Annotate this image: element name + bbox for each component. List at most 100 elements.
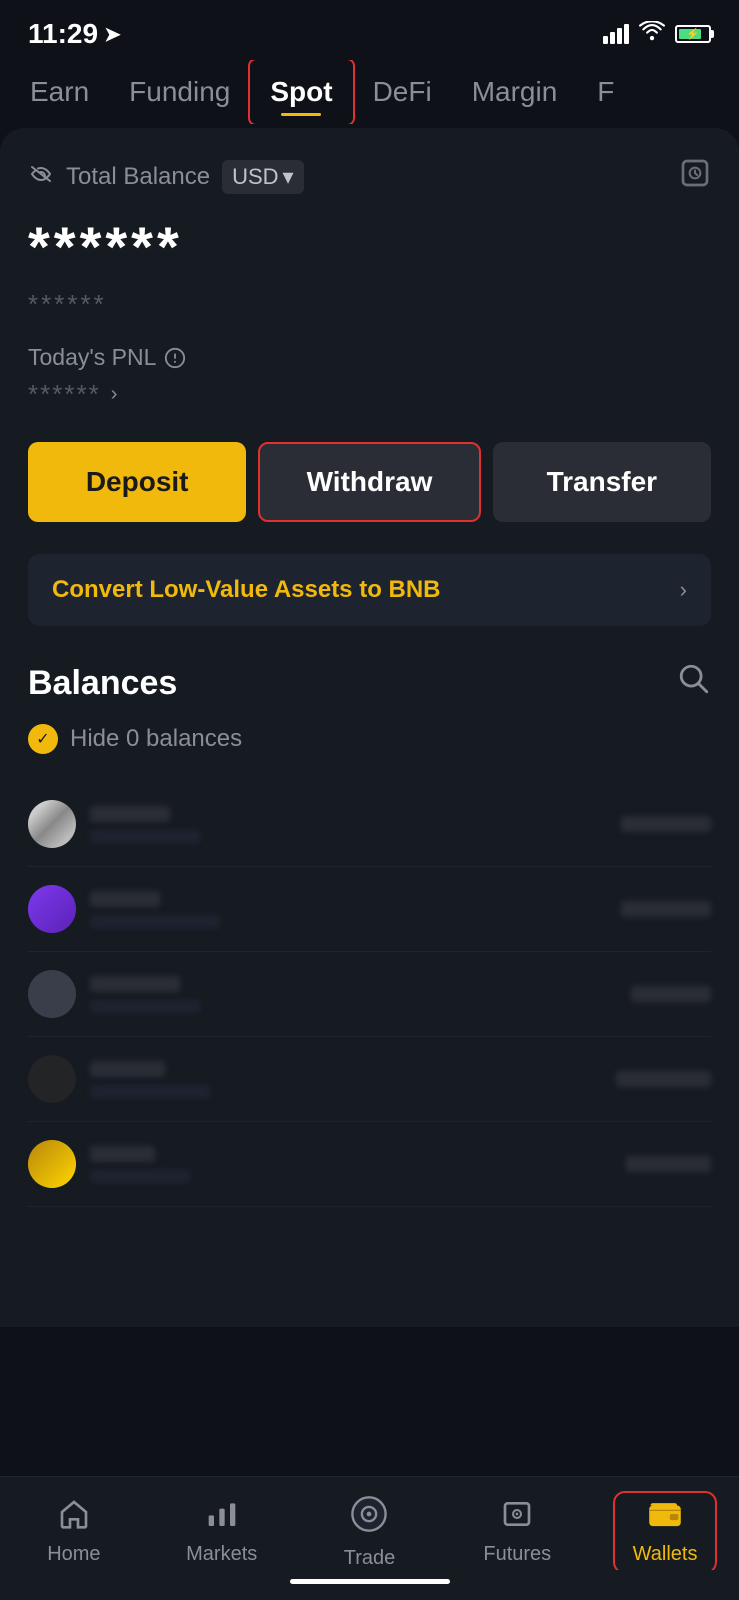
asset-icon <box>28 800 76 848</box>
asset-value <box>626 1156 711 1172</box>
transfer-button[interactable]: Transfer <box>493 442 711 522</box>
asset-info <box>90 891 220 928</box>
asset-info <box>90 1061 210 1098</box>
action-buttons: Deposit Withdraw Transfer <box>28 442 711 522</box>
asset-info <box>90 976 200 1013</box>
convert-banner[interactable]: Convert Low-Value Assets to BNB › <box>28 554 711 626</box>
asset-name <box>90 1061 165 1077</box>
history-icon[interactable] <box>679 156 711 198</box>
signal-bars <box>603 24 629 44</box>
pnl-value: ****** › <box>28 379 711 410</box>
futures-icon <box>501 1499 533 1537</box>
asset-right <box>631 986 711 1002</box>
tab-spot[interactable]: Spot <box>250 60 352 124</box>
asset-right <box>626 1156 711 1172</box>
wallets-icon <box>648 1499 682 1537</box>
deposit-button[interactable]: Deposit <box>28 442 246 522</box>
markets-label: Markets <box>186 1543 257 1566</box>
status-icons: ⚡ <box>603 21 711 47</box>
asset-sub <box>90 1170 190 1183</box>
battery-icon: ⚡ <box>675 25 711 43</box>
pnl-section: Today's PNL ****** › <box>28 344 711 410</box>
tab-f[interactable]: F <box>577 60 634 124</box>
convert-text: Convert Low-Value Assets to BNB <box>52 576 441 604</box>
asset-row[interactable] <box>28 1037 711 1122</box>
bar4 <box>624 24 629 44</box>
asset-right <box>621 816 711 832</box>
convert-arrow-icon: › <box>680 577 687 603</box>
asset-row[interactable] <box>28 782 711 867</box>
asset-value <box>621 816 711 832</box>
asset-icon <box>28 1140 76 1188</box>
asset-left <box>28 800 200 848</box>
asset-list <box>28 782 711 1207</box>
balances-title: Balances <box>28 664 177 703</box>
main-content: Total Balance USD ▾ ****** ****** Today'… <box>0 128 739 1327</box>
asset-icon <box>28 970 76 1018</box>
balance-label: Total Balance USD ▾ <box>28 160 304 194</box>
hide-zero-label: Hide 0 balances <box>70 725 242 753</box>
asset-left <box>28 1140 190 1188</box>
tab-margin[interactable]: Margin <box>452 60 578 124</box>
balance-sub: ****** <box>28 289 711 320</box>
asset-right <box>621 901 711 917</box>
trade-icon <box>350 1495 388 1541</box>
total-balance-text: Total Balance <box>66 163 210 191</box>
time-display: 11:29 <box>28 18 98 50</box>
asset-info <box>90 1146 190 1183</box>
balances-header: Balances <box>28 662 711 704</box>
asset-sub <box>90 915 220 928</box>
asset-row[interactable] <box>28 867 711 952</box>
bar1 <box>603 36 608 44</box>
asset-icon <box>28 1055 76 1103</box>
asset-name <box>90 976 180 992</box>
pnl-arrow-icon: › <box>111 383 120 406</box>
asset-row[interactable] <box>28 1122 711 1207</box>
hide-balance-icon[interactable] <box>28 164 54 190</box>
nav-markets[interactable]: Markets <box>172 1499 272 1566</box>
asset-name <box>90 1146 155 1162</box>
hide-zero-row[interactable]: ✓ Hide 0 balances <box>28 724 711 754</box>
wallets-label: Wallets <box>633 1543 698 1566</box>
status-bar: 11:29 ➤ ⚡ <box>0 0 739 60</box>
tab-defi[interactable]: DeFi <box>353 60 452 124</box>
markets-icon <box>206 1499 238 1537</box>
balance-header: Total Balance USD ▾ <box>28 156 711 198</box>
asset-left <box>28 885 220 933</box>
pnl-label: Today's PNL <box>28 344 711 371</box>
asset-sub <box>90 830 200 843</box>
status-time: 11:29 ➤ <box>28 18 121 50</box>
asset-left <box>28 970 200 1018</box>
futures-label: Futures <box>483 1543 551 1566</box>
home-indicator <box>0 1570 739 1600</box>
balance-amount: ****** <box>28 214 711 279</box>
home-label: Home <box>47 1543 100 1566</box>
asset-value <box>621 901 711 917</box>
asset-sub <box>90 1085 210 1098</box>
tab-earn[interactable]: Earn <box>10 60 109 124</box>
home-icon <box>58 1499 90 1537</box>
asset-icon <box>28 885 76 933</box>
asset-name <box>90 806 170 822</box>
asset-value <box>631 986 711 1002</box>
bar3 <box>617 28 622 44</box>
asset-left <box>28 1055 210 1103</box>
trade-label: Trade <box>344 1547 396 1570</box>
tab-funding[interactable]: Funding <box>109 60 250 124</box>
location-arrow-icon: ➤ <box>104 22 121 47</box>
currency-badge[interactable]: USD ▾ <box>222 160 304 194</box>
nav-trade[interactable]: Trade <box>319 1495 419 1570</box>
asset-info <box>90 806 200 843</box>
nav-wallets[interactable]: Wallets <box>615 1493 715 1572</box>
nav-futures[interactable]: Futures <box>467 1499 567 1566</box>
wifi-icon <box>639 21 665 47</box>
withdraw-button[interactable]: Withdraw <box>258 442 480 522</box>
asset-value <box>616 1071 711 1087</box>
search-balances-button[interactable] <box>677 662 711 704</box>
bar2 <box>610 32 615 44</box>
asset-name <box>90 891 160 907</box>
asset-row[interactable] <box>28 952 711 1037</box>
tab-navigation: Earn Funding Spot DeFi Margin F <box>0 60 739 124</box>
hide-zero-checkbox[interactable]: ✓ <box>28 724 58 754</box>
nav-home[interactable]: Home <box>24 1499 124 1566</box>
